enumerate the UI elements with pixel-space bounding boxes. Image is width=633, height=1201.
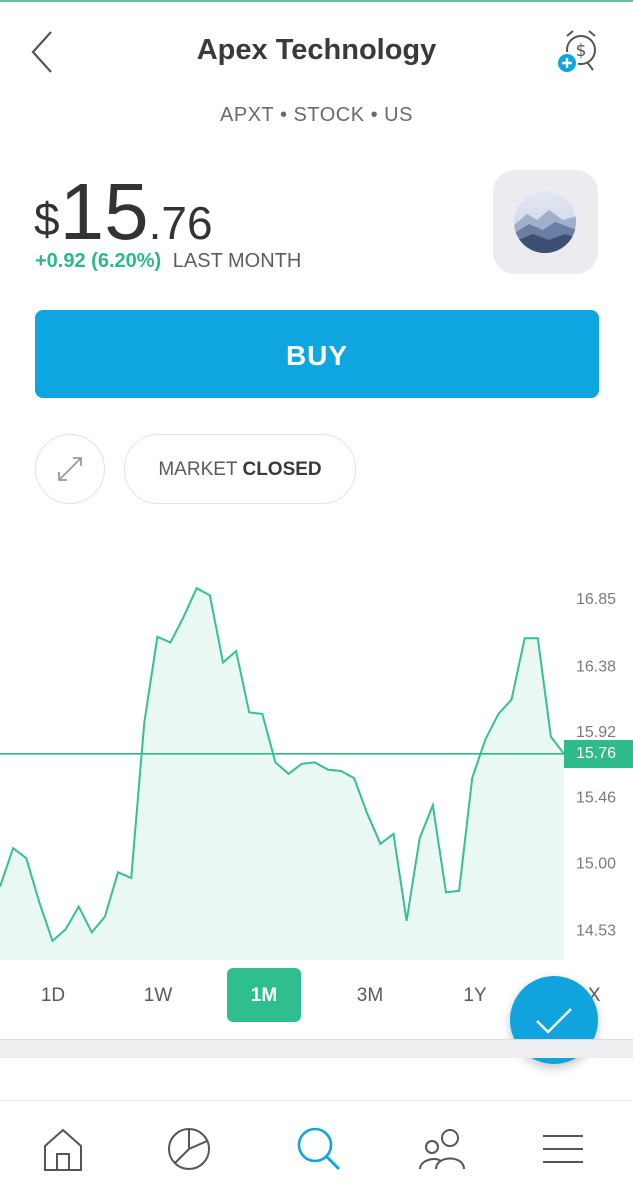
nav-people[interactable] [413, 1121, 473, 1177]
current-price-tag: 15.76 [564, 739, 633, 768]
bottom-nav [0, 1100, 633, 1201]
price-change: +0.92 (6.20%) [35, 250, 162, 272]
price-decimal: .76 [148, 197, 213, 249]
price-alert-clock-icon: $ [556, 30, 596, 74]
expand-chart-button[interactable] [35, 434, 105, 504]
portfolio-pie-icon [168, 1128, 210, 1170]
search-icon [297, 1127, 341, 1171]
nav-search[interactable] [289, 1121, 349, 1177]
nav-menu[interactable] [533, 1121, 593, 1177]
range-3m[interactable]: 3M [333, 968, 407, 1022]
price-integer: 15 [59, 167, 149, 256]
menu-icon [543, 1135, 583, 1163]
current-price: $15.76 [34, 166, 213, 258]
price-alert-button[interactable]: $ [553, 26, 605, 78]
expand-icon [58, 457, 82, 481]
y-tick-label: 15.92 [576, 724, 616, 741]
y-tick-label: 14.53 [576, 922, 616, 939]
section-divider [0, 1039, 633, 1058]
company-logo [493, 170, 598, 274]
svg-text:$: $ [576, 41, 587, 61]
range-1m[interactable]: 1M [227, 968, 301, 1022]
y-tick-label: 16.85 [576, 591, 616, 608]
nav-home[interactable] [33, 1121, 93, 1177]
ticker-subtitle: APXT • STOCK • US [220, 104, 413, 126]
people-icon [419, 1129, 465, 1170]
market-status: CLOSED [242, 459, 322, 480]
market-status-pill: MARKET CLOSED [124, 434, 356, 504]
price-currency: $ [34, 193, 60, 245]
range-1d[interactable]: 1D [16, 968, 90, 1022]
page-title: Apex Technology [196, 34, 437, 66]
top-accent-line [0, 0, 633, 2]
price-change-row: +0.92 (6.20%) LAST MONTH [35, 250, 301, 273]
y-tick-label: 15.46 [576, 790, 616, 807]
range-1w[interactable]: 1W [121, 968, 195, 1022]
price-chart[interactable]: 16.85 16.38 15.92 15.46 15.00 14.53 [0, 520, 633, 960]
market-label: MARKET [158, 459, 238, 480]
y-tick-label: 16.38 [576, 658, 616, 675]
chart-area-fill [0, 588, 564, 960]
home-icon [44, 1128, 82, 1171]
change-period: LAST MONTH [172, 250, 302, 272]
nav-portfolio[interactable] [159, 1121, 219, 1177]
buy-button[interactable]: BUY [35, 310, 599, 398]
mountain-logo-icon [514, 191, 576, 253]
y-tick-label: 15.00 [576, 855, 616, 872]
range-1y[interactable]: 1Y [438, 968, 512, 1022]
